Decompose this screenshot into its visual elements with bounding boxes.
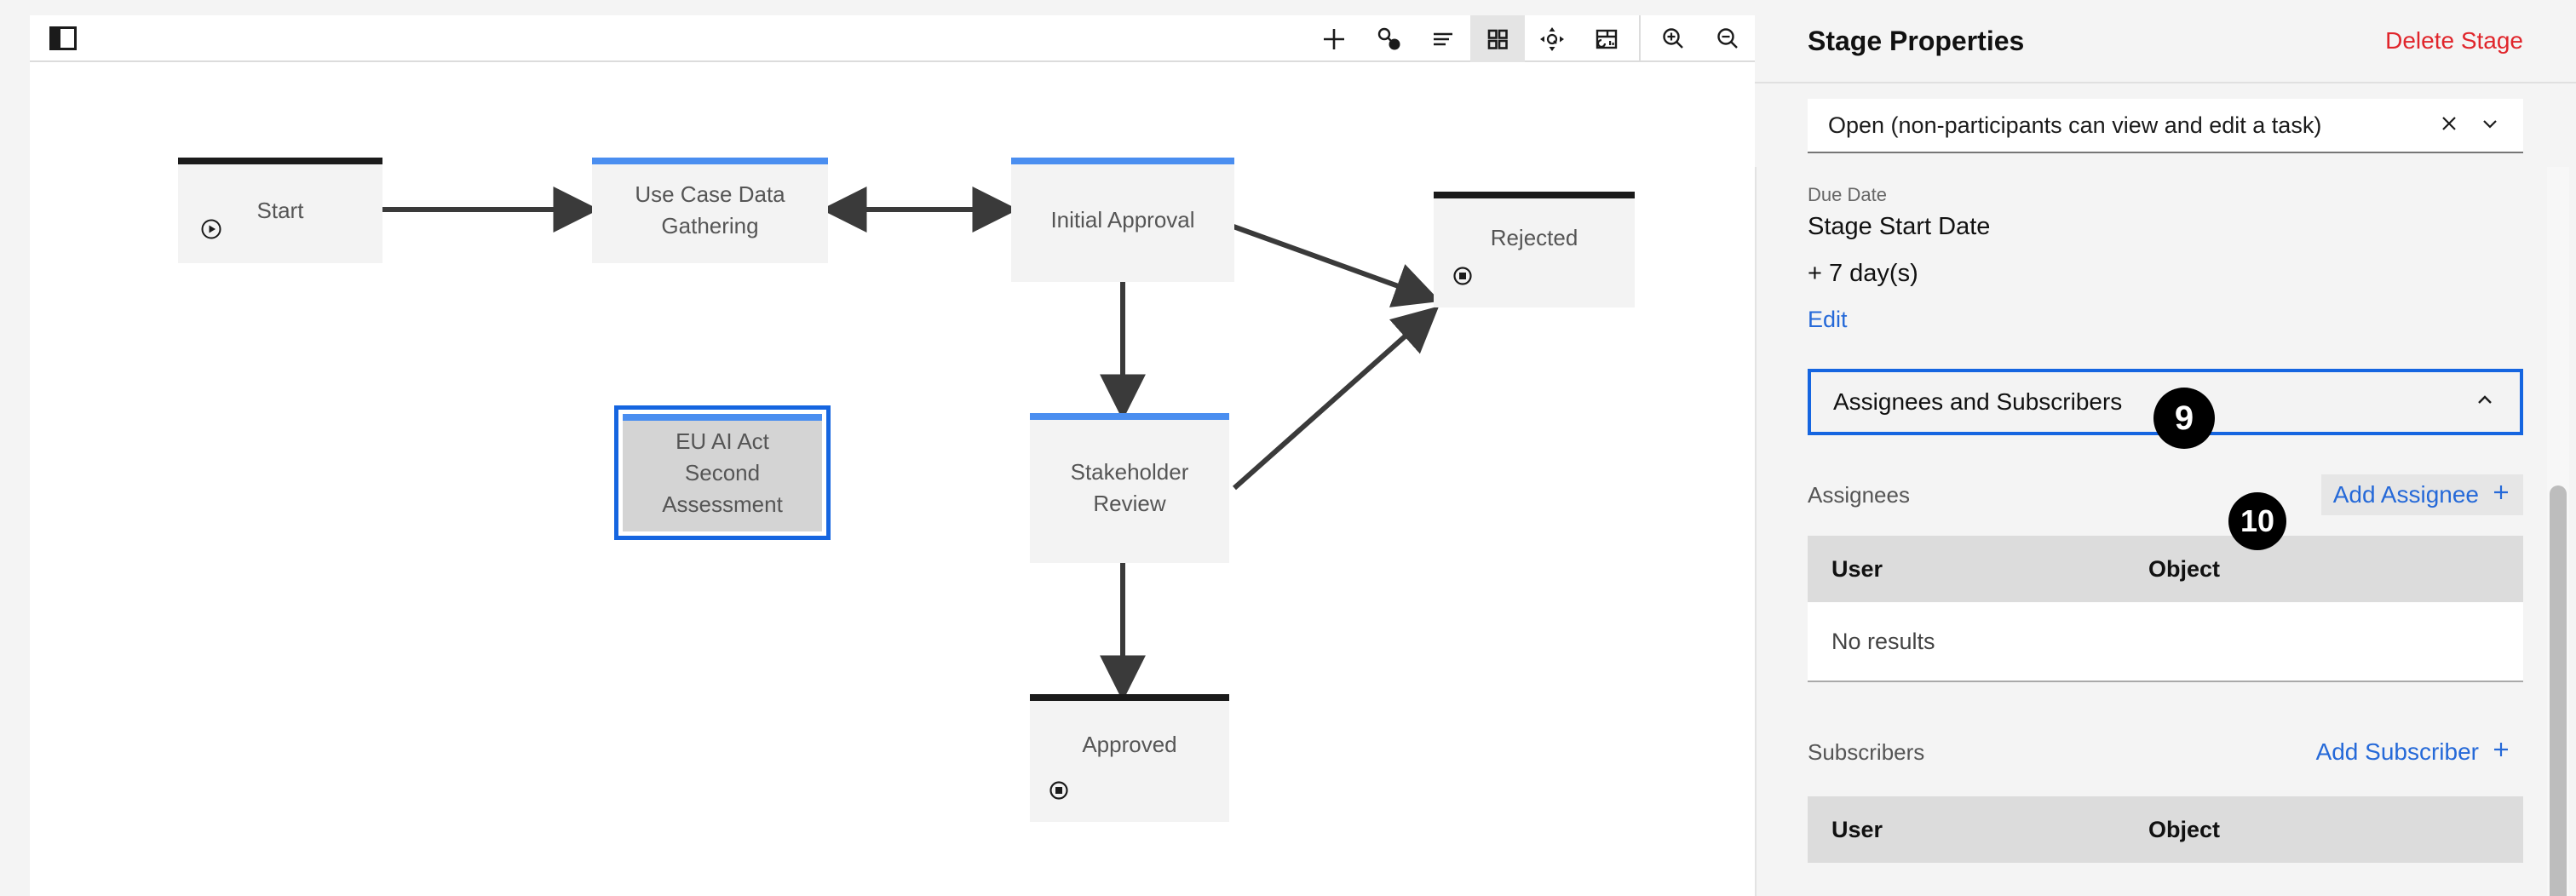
- add-assignee-label: Add Assignee: [2332, 481, 2479, 508]
- assignees-row: Assignees Add Assignee: [1808, 473, 2523, 517]
- layout-template-button[interactable]: [1579, 15, 1634, 62]
- grid-four-squares-icon: [1483, 25, 1512, 54]
- column-header-object: Object: [2148, 555, 2221, 582]
- properties-scrollbar-thumb[interactable]: [2550, 485, 2567, 896]
- task-access-actions: [2438, 112, 2511, 139]
- subscribers-label: Subscribers: [1808, 738, 1925, 765]
- subscribers-table: User Object: [1808, 796, 2523, 863]
- add-subscriber-button[interactable]: Add Subscriber: [2304, 732, 2523, 773]
- magnifier-plus-icon: [1659, 25, 1688, 54]
- move-arrows-icon: [1538, 25, 1567, 54]
- zoom-in-button[interactable]: [1646, 15, 1700, 62]
- stage-properties-content: Open (non-participants can view and edit…: [1755, 99, 2576, 863]
- node-accent-bar: [592, 158, 828, 164]
- flow-node-initial-approval[interactable]: Initial Approval: [1011, 158, 1234, 282]
- node-accent-bar: [1434, 192, 1635, 198]
- node-accent-bar: [178, 158, 382, 164]
- node-accent-bar: [1030, 413, 1229, 420]
- delete-stage-button[interactable]: Delete Stage: [2385, 27, 2523, 55]
- subscribers-row: Subscribers Add Subscriber: [1808, 730, 2523, 774]
- flow-node-rejected[interactable]: Rejected: [1434, 192, 1635, 307]
- flow-node-label: Initial Approval: [1050, 206, 1195, 233]
- node-accent-bar: [623, 414, 822, 421]
- align-button[interactable]: [1416, 15, 1470, 62]
- app-root: Start Use Case Data Gathering Initial Ap…: [0, 0, 2576, 896]
- task-access-select[interactable]: Open (non-participants can view and edit…: [1808, 99, 2523, 153]
- flow-node-stakeholder-review[interactable]: Stakeholder Review: [1030, 413, 1229, 563]
- plus-icon: [1320, 25, 1348, 54]
- node-link-icon: [1374, 25, 1403, 54]
- column-header-object: Object: [2148, 816, 2221, 842]
- magnifier-minus-icon: [1713, 25, 1742, 54]
- plus-icon: [2491, 481, 2511, 508]
- add-subscriber-label: Add Subscriber: [2315, 738, 2479, 765]
- flow-node-label: Start: [256, 197, 304, 223]
- due-date-value: Stage Start Date: [1808, 213, 1991, 240]
- canvas-tool-group: [1307, 15, 1755, 62]
- flow-node-label: Rejected: [1490, 224, 1578, 250]
- stop-circle-icon: [1452, 266, 1473, 290]
- flow-node-label: Approved: [1082, 731, 1177, 757]
- column-header-user: User: [1831, 816, 1883, 842]
- canvas-toolbar: [30, 15, 1755, 62]
- stage-properties-pane: Stage Properties Delete Stage Open (non-…: [1755, 0, 2576, 896]
- accordion-title: Assignees and Subscribers: [1833, 388, 2123, 415]
- flow-node-label: Stakeholder Review: [1070, 459, 1189, 516]
- assignees-table: User Object No results: [1808, 536, 2523, 682]
- stop-circle-icon: [1049, 780, 1069, 805]
- layout-panel-icon: [1592, 25, 1621, 54]
- subscribers-table-header: User Object: [1808, 796, 2523, 863]
- workflow-diagram[interactable]: Start Use Case Data Gathering Initial Ap…: [30, 62, 1755, 896]
- chevron-down-icon[interactable]: [2479, 112, 2501, 139]
- flow-node-label: EU AI Act Second Assessment: [662, 428, 783, 517]
- page-title: Stage Properties: [1808, 25, 2025, 56]
- callout-badge-10: 10: [2228, 492, 2286, 550]
- auto-arrange-button[interactable]: [1525, 15, 1579, 62]
- task-access-value: Open (non-participants can view and edit…: [1828, 112, 2322, 138]
- chevron-up-icon[interactable]: [2472, 388, 2498, 417]
- grid-layout-button[interactable]: [1470, 15, 1525, 62]
- zoom-out-button[interactable]: [1700, 15, 1755, 62]
- due-date-offset: + 7 day(s): [1808, 260, 1918, 287]
- align-lines-icon: [1429, 25, 1458, 54]
- due-date-label: Due Date: [1808, 184, 1887, 205]
- assignees-label: Assignees: [1808, 481, 1910, 508]
- node-accent-bar: [1030, 694, 1229, 701]
- assignees-table-header: User Object: [1808, 536, 2523, 602]
- edit-due-date-link[interactable]: Edit: [1808, 307, 1848, 333]
- workflow-canvas-pane: Start Use Case Data Gathering Initial Ap…: [30, 15, 1755, 896]
- flow-node-approved[interactable]: Approved: [1030, 694, 1229, 822]
- flow-node-eu-ai-act-second-assessment[interactable]: EU AI Act Second Assessment: [614, 405, 831, 540]
- add-assignee-button[interactable]: Add Assignee: [2320, 474, 2523, 515]
- flow-node-label: Use Case Data Gathering: [635, 181, 785, 238]
- close-icon[interactable]: [2438, 112, 2460, 139]
- node-inner: EU AI Act Second Assessment: [623, 414, 822, 531]
- callout-badge-9: 9: [2153, 388, 2215, 449]
- assignees-table-empty-row: No results: [1808, 602, 2523, 682]
- flow-node-use-case-data-gathering[interactable]: Use Case Data Gathering: [592, 158, 828, 263]
- toolbar-divider: [1639, 15, 1641, 62]
- assignees-empty-text: No results: [1831, 628, 1935, 654]
- node-accent-bar: [1011, 158, 1234, 164]
- flow-node-start[interactable]: Start: [178, 158, 382, 263]
- toggle-left-panel-icon[interactable]: [49, 26, 77, 50]
- column-header-user: User: [1831, 555, 1883, 582]
- stage-properties-body: Open (non-participants can view and edit…: [1755, 82, 2576, 896]
- add-node-button[interactable]: [1307, 15, 1361, 62]
- properties-scrollbar[interactable]: [2547, 167, 2569, 896]
- plus-icon: [2491, 738, 2511, 766]
- stage-properties-header: Stage Properties Delete Stage: [1755, 0, 2576, 82]
- connect-nodes-button[interactable]: [1361, 15, 1416, 62]
- play-circle-icon: [200, 218, 222, 244]
